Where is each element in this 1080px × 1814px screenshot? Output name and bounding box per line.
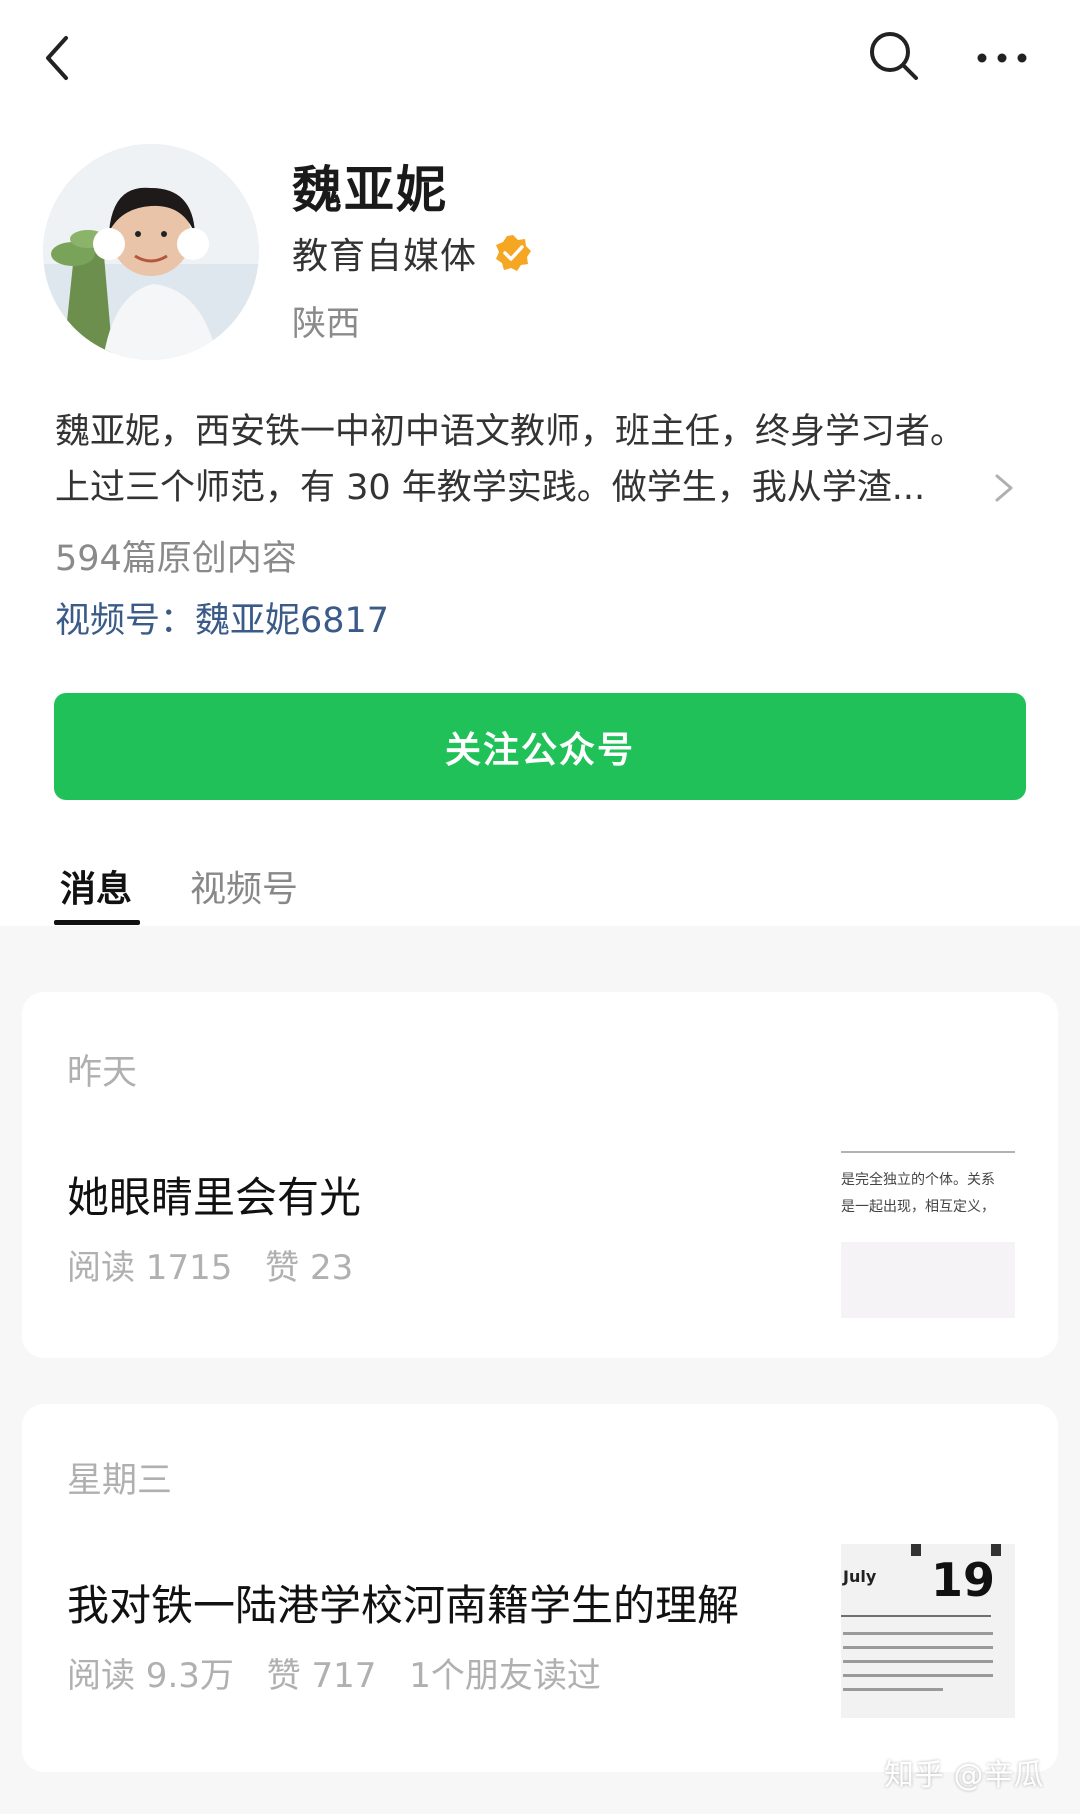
account-bio[interactable]: 魏亚妮，西安铁一中初中语文教师，班主任，终身学习者。 上过三个师范，有 30 年…	[55, 404, 1015, 516]
article-card[interactable]: 星期三 我对铁一陆港学校河南籍学生的理解 阅读 9.3万 赞 717 1个朋友读…	[22, 1404, 1058, 1772]
thumb-month: July	[842, 1567, 877, 1586]
article-thumbnail[interactable]: 是完全独立的个体。关系 是一起出现，相互定义，	[841, 1144, 1015, 1318]
bio-line-1: 魏亚妮，西安铁一中初中语文教师，班主任，终身学习者。	[55, 412, 966, 452]
account-category: 教育自媒体	[292, 236, 478, 277]
video-channel-link[interactable]: 视频号：魏亚妮6817	[55, 592, 389, 643]
thumb-caption-1: 是完全独立的个体。关系	[841, 1171, 995, 1188]
like-count: 赞 717	[266, 1656, 377, 1696]
active-tab-indicator	[54, 920, 140, 925]
more-options-icon[interactable]	[974, 38, 1030, 78]
avatar[interactable]	[43, 144, 259, 360]
article-card[interactable]: 昨天 她眼睛里会有光 阅读 1715 赞 23 是完全独立的个体。关系 是一起出…	[22, 992, 1058, 1358]
article-stats: 阅读 1715 赞 23	[67, 1240, 375, 1289]
account-name: 魏亚妮	[292, 161, 448, 219]
verified-badge-icon[interactable]	[493, 233, 533, 273]
account-category-row: 教育自媒体	[292, 228, 533, 278]
article-title[interactable]: 她眼睛里会有光	[67, 1164, 361, 1225]
article-thumbnail[interactable]: July 19	[841, 1544, 1015, 1718]
follow-button[interactable]: 关注公众号	[54, 693, 1026, 800]
back-arrow-icon[interactable]	[38, 30, 78, 86]
thumb-day: 19	[931, 1553, 995, 1607]
account-region: 陕西	[292, 304, 360, 344]
article-stats: 阅读 9.3万 赞 717 1个朋友读过	[67, 1648, 623, 1697]
search-icon[interactable]	[866, 28, 922, 84]
bio-line-2: 上过三个师范，有 30 年教学实践。做学生，我从学渣...	[55, 468, 926, 508]
article-date: 星期三	[67, 1461, 173, 1501]
zhihu-watermark: 知乎 @辛瓜	[884, 1758, 1044, 1793]
like-count: 赞 23	[265, 1248, 354, 1288]
article-date: 昨天	[67, 1053, 138, 1093]
article-title[interactable]: 我对铁一陆港学校河南籍学生的理解	[67, 1572, 739, 1633]
profile-header: 魏亚妮 教育自媒体 陕西 魏亚妮，西安铁一中初中语文教师，班主任，终身学习者。 …	[0, 0, 1080, 926]
tab-bar: 消息 视频号	[0, 860, 1080, 926]
tab-video-channel[interactable]: 视频号	[190, 860, 298, 912]
thumb-caption-2: 是一起出现，相互定义，	[841, 1199, 995, 1215]
chevron-right-icon[interactable]	[991, 468, 1017, 508]
friends-read: 1个朋友读过	[409, 1656, 601, 1696]
read-count: 阅读 9.3万	[67, 1656, 234, 1696]
original-count[interactable]: 594篇原创内容	[55, 530, 297, 581]
bio-line-2-row: 上过三个师范，有 30 年教学实践。做学生，我从学渣...	[55, 460, 1015, 516]
read-count: 阅读 1715	[67, 1248, 233, 1288]
tab-messages[interactable]: 消息	[60, 860, 132, 912]
